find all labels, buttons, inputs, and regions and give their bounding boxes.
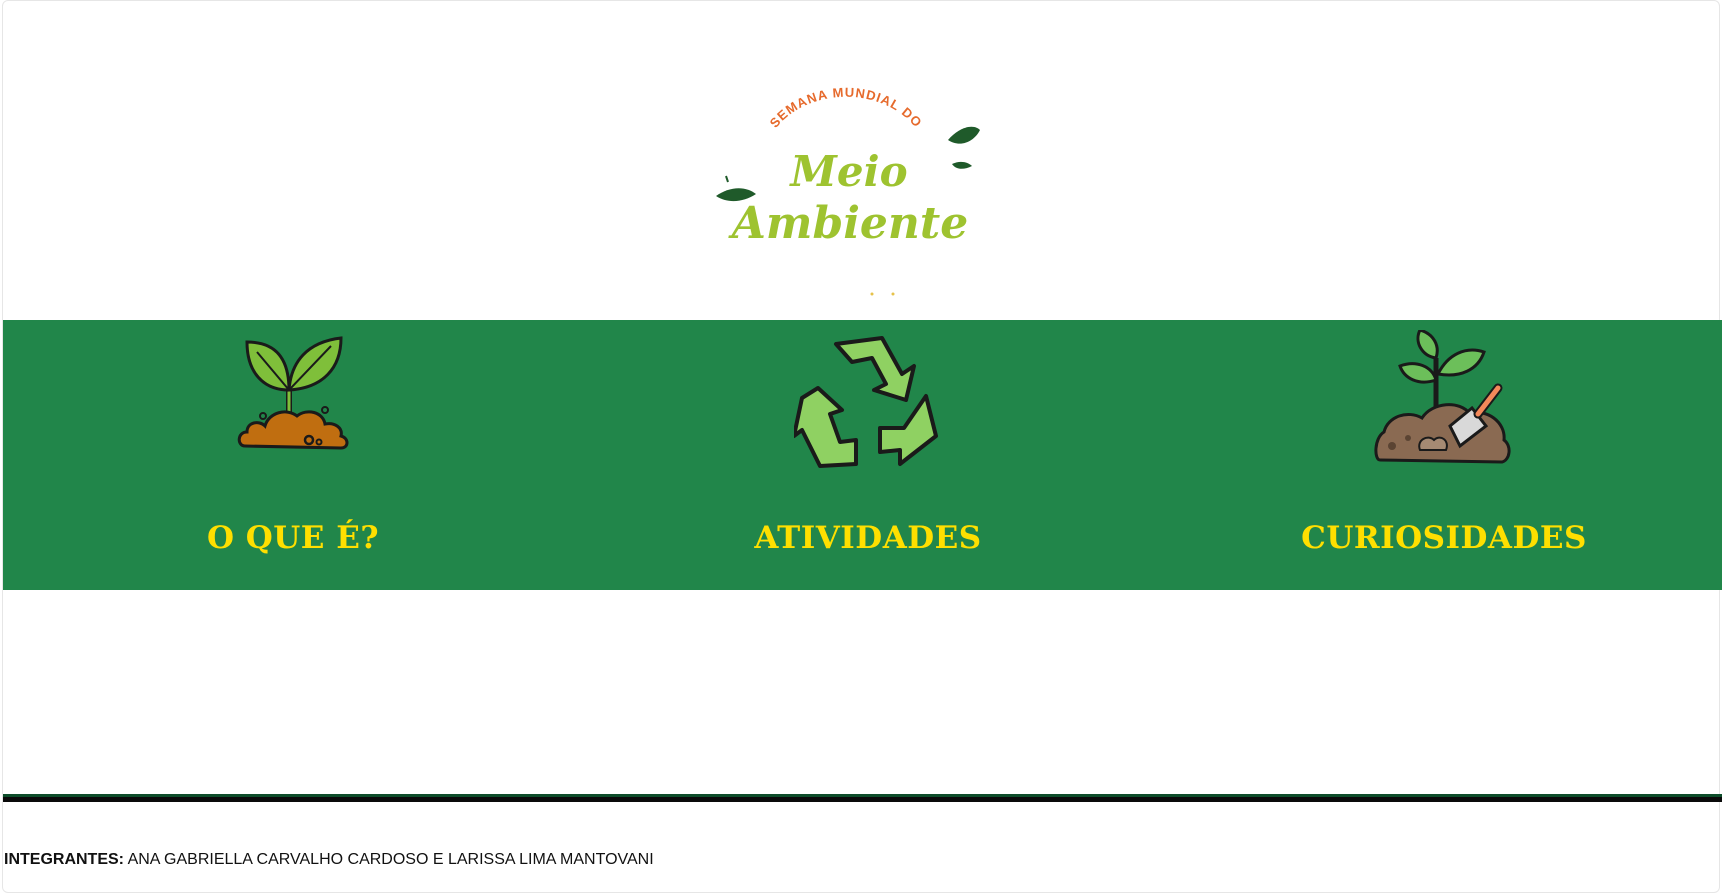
leaf-right-top-icon [948, 126, 980, 144]
logo-word-meio: Meio [788, 147, 907, 196]
leaf-right-bottom-icon [952, 161, 972, 169]
footer-label: INTEGRANTES: [4, 851, 124, 868]
nav-label-atividades: ATIVIDADES [754, 520, 982, 556]
plant-trowel-icon [1374, 330, 1511, 464]
logo-arc-text: SEMANA MUNDIAL DO [767, 85, 926, 131]
recycle-icon [794, 336, 938, 468]
sprout-soil-icon [237, 336, 349, 450]
nav-item-o-que-e[interactable]: O QUE É? [88, 320, 498, 590]
footer-names: ANA GABRIELLA CARVALHO CARDOSO E LARISSA… [124, 851, 654, 868]
nav-item-atividades[interactable]: ATIVIDADES [663, 320, 1073, 590]
page: SEMANA MUNDIAL DO Meio Ambiente O QUE É?… [0, 0, 1722, 895]
semana-meio-ambiente-logo: SEMANA MUNDIAL DO Meio Ambiente [716, 85, 980, 296]
nav-item-curiosidades[interactable]: CURIOSIDADES [1239, 320, 1649, 590]
nav-label-curiosidades: CURIOSIDADES [1301, 520, 1587, 556]
nav-label-o-que-e: O QUE É? [206, 520, 380, 556]
footer-divider [3, 794, 1722, 802]
nav-band: O QUE É? ATIVIDADES CURIOSIDADES [3, 320, 1722, 590]
footer-integrantes: INTEGRANTES: ANA GABRIELLA CARVALHO CARD… [4, 851, 654, 869]
logo-word-ambiente: Ambiente [728, 198, 968, 249]
